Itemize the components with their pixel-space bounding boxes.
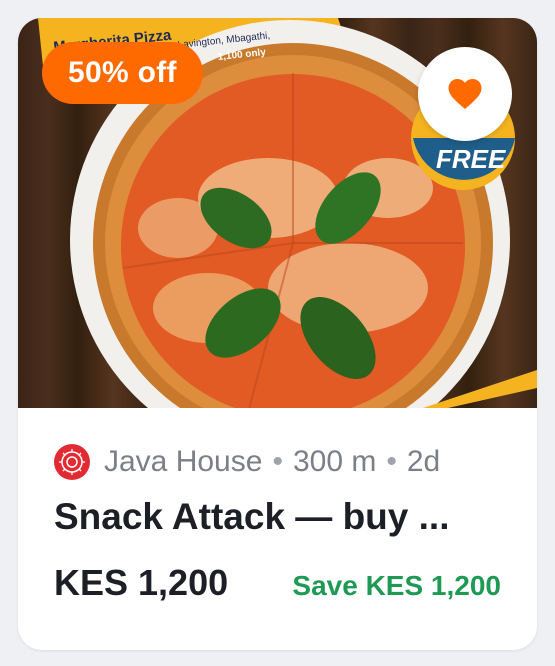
deal-photo: Margherita Pizza Lavington, Mbagathi, 1,… [18, 18, 537, 408]
deal-title: Snack Attack — buy ... [54, 496, 450, 537]
java-house-logo-icon [54, 444, 90, 480]
separator-dot: • [272, 445, 283, 478]
deal-card[interactable]: Margherita Pizza Lavington, Mbagathi, 1,… [18, 18, 537, 650]
heart-icon [448, 79, 482, 109]
distance: 300 m [292, 445, 377, 478]
deal-price: KES 1,200 [54, 562, 229, 603]
merchant-meta-row: Java House • 300 m • 2d [54, 442, 504, 482]
discount-badge: 50% off [42, 42, 203, 104]
separator-dot: • [386, 445, 397, 478]
posted-age: 2d [406, 445, 441, 478]
favorite-button[interactable] [418, 47, 512, 141]
merchant-name: Java House [104, 445, 263, 478]
savings-label: Save KES 1,200 [292, 570, 501, 601]
free-stamp-text: FREE [436, 144, 506, 174]
